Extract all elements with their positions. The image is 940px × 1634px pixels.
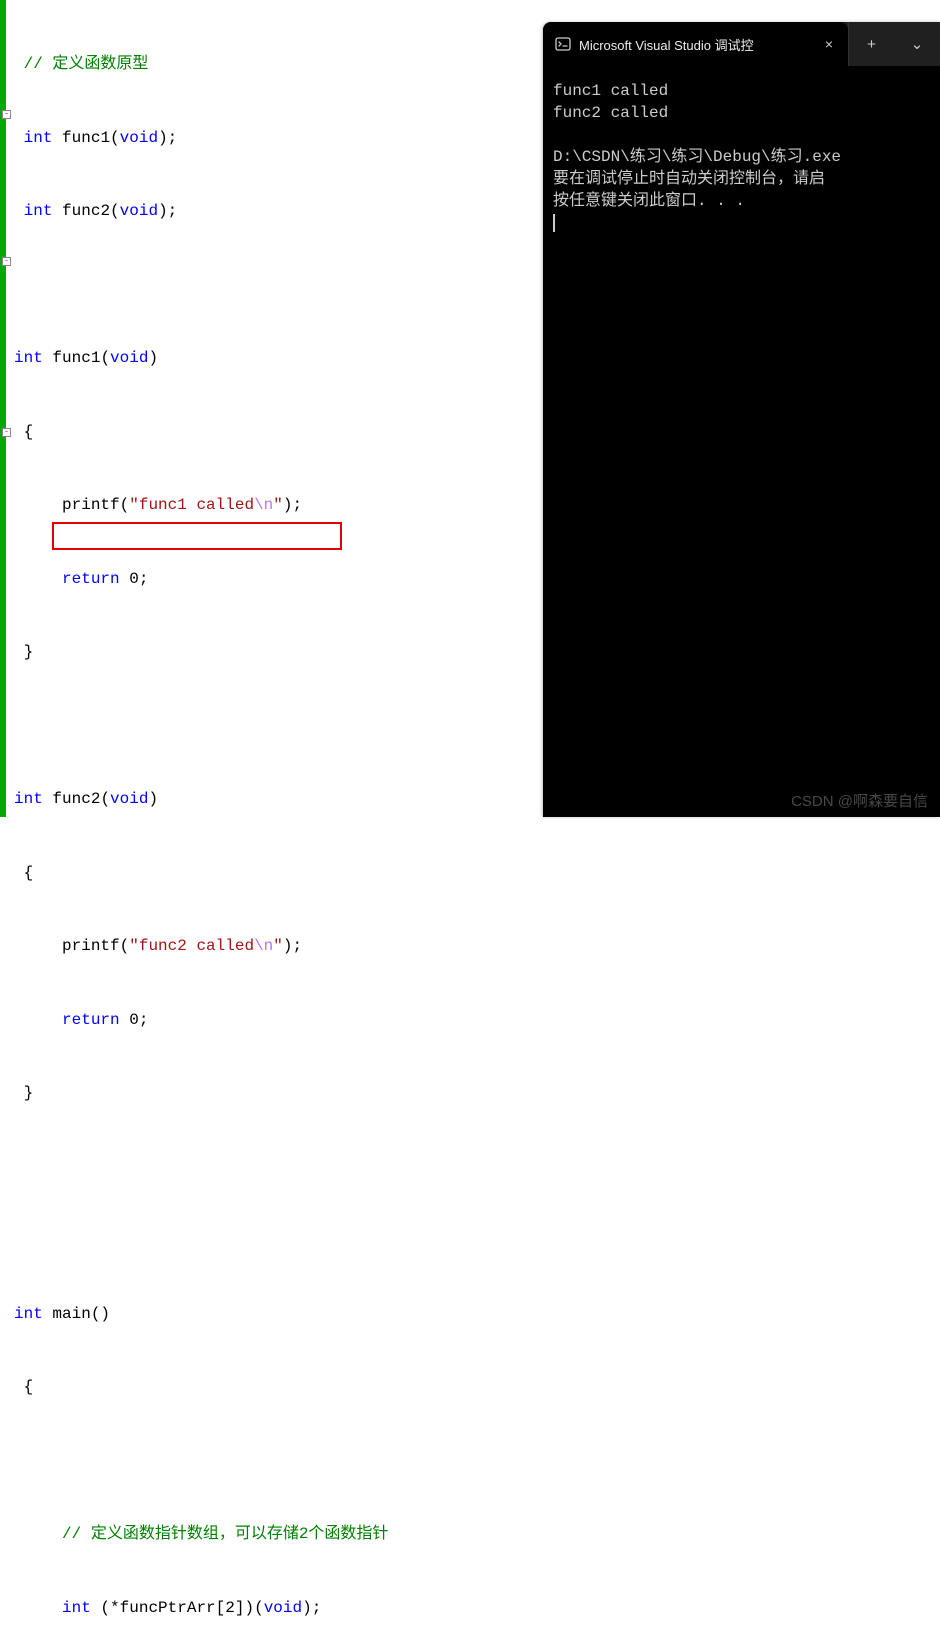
- output-line: 按任意键关闭此窗口. . .: [553, 192, 745, 210]
- output-line: D:\CSDN\练习\练习\Debug\练习.exe: [553, 148, 841, 166]
- output-line: 要在调试停止时自动关闭控制台，请启: [553, 170, 825, 188]
- cursor: [553, 214, 555, 232]
- fold-toggle-icon[interactable]: -: [2, 257, 11, 266]
- output-line: func2 called: [553, 104, 668, 122]
- comment: // 定义函数原型: [24, 55, 149, 73]
- code-content[interactable]: // 定义函数原型 int func1(void); int func2(voi…: [14, 0, 395, 1634]
- tab-dropdown-button[interactable]: ⌄: [894, 22, 940, 66]
- terminal-tab[interactable]: Microsoft Visual Studio 调试控 ×: [543, 22, 848, 66]
- fold-toggle-icon[interactable]: -: [2, 110, 11, 119]
- tab-close-icon[interactable]: ×: [822, 36, 836, 52]
- fold-gutter: - - -: [6, 0, 14, 817]
- terminal-output[interactable]: func1 called func2 called D:\CSDN\练习\练习\…: [543, 66, 940, 244]
- plus-icon: +: [867, 36, 876, 53]
- chevron-down-icon: ⌄: [911, 35, 924, 53]
- code-editor[interactable]: - - - // 定义函数原型 int func1(void); int fun…: [0, 0, 540, 817]
- terminal-title: Microsoft Visual Studio 调试控: [579, 35, 814, 54]
- new-tab-button[interactable]: +: [848, 22, 894, 66]
- fold-toggle-icon[interactable]: -: [2, 428, 11, 437]
- output-line: func1 called: [553, 82, 668, 100]
- terminal-titlebar: Microsoft Visual Studio 调试控 × + ⌄: [543, 22, 940, 66]
- comment: // 定义函数指针数组，可以存储2个函数指针: [62, 1525, 388, 1543]
- terminal-window: Microsoft Visual Studio 调试控 × + ⌄ func1 …: [543, 22, 940, 817]
- terminal-icon: [555, 36, 571, 52]
